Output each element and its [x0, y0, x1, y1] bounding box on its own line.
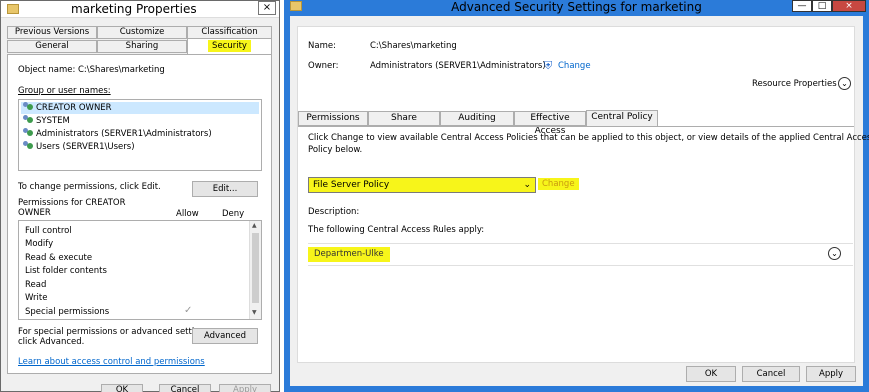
folder-icon	[7, 4, 19, 14]
tab-customize[interactable]: Customize	[97, 26, 187, 39]
rule-divider	[308, 265, 853, 266]
rule-divider	[308, 243, 853, 244]
chevron-down-icon: ⌄	[523, 180, 531, 190]
ok-button[interactable]: OK	[101, 384, 143, 392]
object-name-value: C:\Shares\marketing	[78, 65, 165, 75]
shield-icon: ⛨	[544, 59, 553, 72]
scroll-up-icon[interactable]: ▲	[252, 222, 257, 229]
name-label: Name:	[308, 41, 336, 51]
central-policy-desc: Click Change to view available Central A…	[308, 133, 869, 143]
tab-previous-versions[interactable]: Previous Versions	[7, 26, 97, 39]
permissions-for-label: Permissions for CREATOR	[18, 198, 126, 208]
ok-button[interactable]: OK	[686, 366, 736, 382]
maximize-button[interactable]: □	[812, 0, 832, 12]
group-name: SYSTEM	[36, 116, 70, 126]
group-name: CREATOR OWNER	[36, 103, 112, 113]
group-name: Users (SERVER1\Users)	[36, 142, 135, 152]
central-policy-panel: Name: C:\Shares\marketing Owner: Adminis…	[297, 26, 869, 363]
permissions-scrollbar[interactable]: ▲ ▼	[249, 221, 261, 319]
group-user-list[interactable]: CREATOR OWNER SYSTEM Administrators (SER…	[18, 99, 262, 171]
resource-properties-label: Resource Properties	[752, 79, 837, 89]
owner-label: Owner:	[308, 61, 339, 71]
owner-value: Administrators (SERVER1\Administrators)	[370, 61, 546, 71]
tab-general[interactable]: General	[7, 40, 97, 53]
advanced-body: Name: C:\Shares\marketing Owner: Adminis…	[290, 16, 869, 386]
user-group-icon	[23, 141, 34, 150]
edit-button[interactable]: Edit...	[192, 181, 258, 197]
deny-header: Deny	[222, 209, 245, 219]
minimize-button[interactable]: —	[792, 0, 812, 12]
chevron-down-icon[interactable]: ⌄	[828, 247, 841, 260]
properties-titlebar: marketing Properties ×	[1, 1, 279, 18]
tab-effective-access[interactable]: Effective Access	[514, 111, 586, 136]
learn-access-control-link[interactable]: Learn about access control and permissio…	[18, 357, 205, 367]
allow-check-icon: ✓	[184, 305, 193, 316]
user-group-icon	[23, 115, 34, 124]
permission-row: Full control	[25, 226, 72, 236]
advanced-text: For special permissions or advanced sett…	[18, 327, 213, 337]
properties-window: marketing Properties × Previous Versions…	[0, 0, 280, 392]
apply-button[interactable]: Apply	[219, 384, 271, 392]
list-item[interactable]: CREATOR OWNER	[21, 102, 259, 114]
allow-header: Allow	[176, 209, 199, 219]
policy-select[interactable]: File Server Policy ⌄	[308, 177, 536, 193]
permissions-list: Full control Modify Read & execute List …	[18, 220, 262, 320]
apply-button[interactable]: Apply	[806, 366, 856, 382]
advanced-text-2: click Advanced.	[18, 337, 85, 347]
permission-row: Read & execute	[25, 253, 93, 263]
permission-row: Write	[25, 293, 48, 303]
advanced-titlebar: Advanced Security Settings for marketing…	[284, 0, 869, 14]
central-policy-desc-2: Policy below.	[308, 145, 363, 155]
list-item[interactable]: Users (SERVER1\Users)	[23, 141, 135, 153]
tab-share[interactable]: Share	[368, 111, 440, 126]
object-name-label: Object name:	[18, 65, 76, 75]
name-value: C:\Shares\marketing	[370, 41, 457, 51]
description-label: Description:	[308, 207, 360, 217]
rule-name[interactable]: Departmen-Ulke	[308, 247, 390, 262]
change-permissions-text: To change permissions, click Edit.	[18, 182, 161, 192]
list-item[interactable]: Administrators (SERVER1\Administrators)	[23, 128, 212, 140]
tab-security[interactable]: Security	[187, 38, 272, 55]
permissions-for-owner: OWNER	[18, 208, 51, 218]
owner-change-link[interactable]: Change	[558, 61, 591, 71]
cancel-button[interactable]: Cancel	[159, 384, 211, 392]
user-group-icon	[23, 102, 34, 111]
permission-row: Special permissions	[25, 307, 110, 317]
tab-security-label: Security	[208, 40, 251, 52]
user-group-icon	[23, 128, 34, 137]
tab-divider	[298, 126, 854, 127]
list-item[interactable]: SYSTEM	[23, 115, 70, 127]
group-list-label: Group or user names:	[18, 86, 111, 96]
rules-text: The following Central Access Rules apply…	[308, 225, 485, 235]
policy-change-link[interactable]: Change	[538, 178, 579, 190]
properties-title: marketing Properties	[71, 2, 197, 16]
tab-auditing[interactable]: Auditing	[440, 111, 514, 126]
chevron-down-icon[interactable]: ⌄	[838, 77, 851, 90]
group-name: Administrators (SERVER1\Administrators)	[36, 129, 212, 139]
permission-row: List folder contents	[25, 266, 107, 276]
advanced-security-window: Advanced Security Settings for marketing…	[284, 0, 869, 392]
security-panel: Object name: C:\Shares\marketing Group o…	[7, 54, 272, 374]
tab-central-policy[interactable]: Central Policy	[586, 110, 658, 127]
advanced-title: Advanced Security Settings for marketing	[451, 0, 702, 14]
tab-sharing[interactable]: Sharing	[97, 40, 187, 53]
permission-row: Modify	[25, 239, 54, 249]
cancel-button[interactable]: Cancel	[742, 366, 800, 382]
policy-select-value: File Server Policy	[313, 180, 390, 190]
close-button[interactable]: ×	[832, 0, 866, 12]
scroll-down-icon[interactable]: ▼	[252, 309, 257, 316]
tab-permissions[interactable]: Permissions	[298, 111, 368, 126]
close-button[interactable]: ×	[258, 1, 276, 15]
scrollbar-thumb[interactable]	[252, 233, 259, 303]
advanced-button[interactable]: Advanced	[192, 328, 258, 344]
permission-row: Read	[25, 280, 47, 290]
